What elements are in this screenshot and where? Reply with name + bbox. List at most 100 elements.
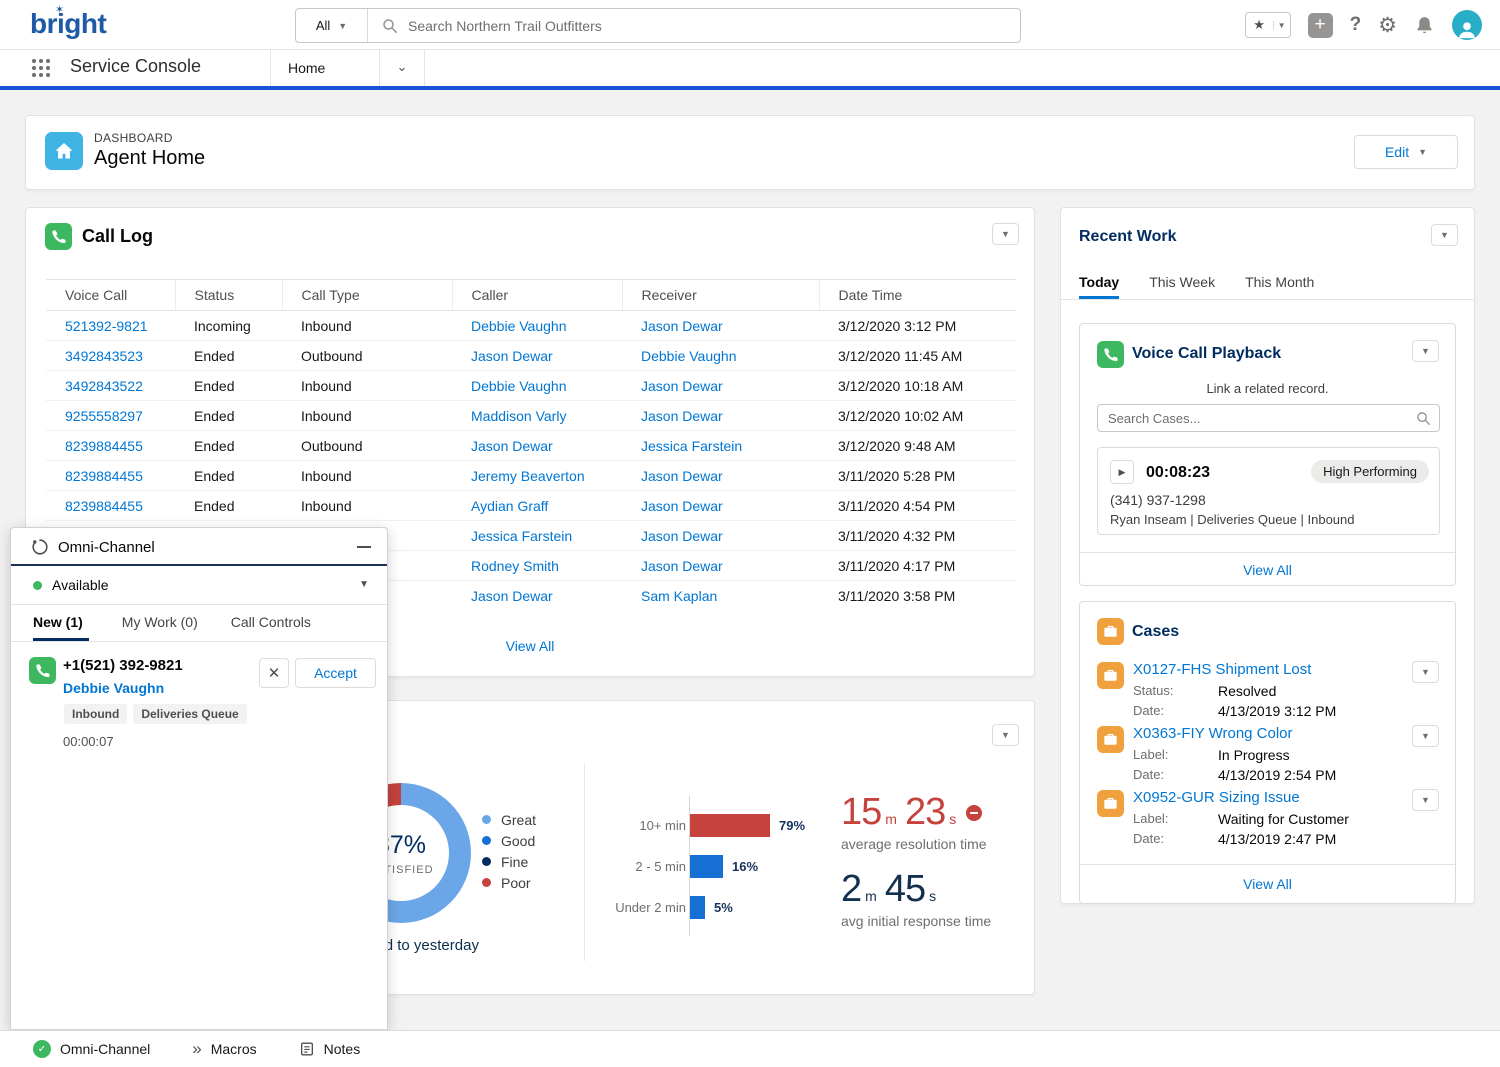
tab-this-month[interactable]: This Month: [1245, 268, 1314, 299]
playback-view-all-link[interactable]: View All: [1080, 562, 1455, 578]
receiver-link[interactable]: Jason Dewar: [641, 528, 723, 544]
call-type-cell: Inbound: [282, 491, 452, 521]
playback-meta: Ryan Inseam | Deliveries Queue | Inbound: [1110, 512, 1355, 527]
recent-work-menu-button[interactable]: ▼: [1431, 224, 1458, 246]
chevron-down-icon: ▼: [1421, 346, 1430, 356]
case-item: X0363-FIY Wrong Color Label: In Progress…: [1080, 724, 1455, 788]
tab-this-week[interactable]: This Week: [1149, 268, 1215, 299]
caller-link[interactable]: Debbie Vaughn: [471, 318, 566, 334]
vertical-divider: [584, 763, 585, 961]
receiver-link[interactable]: Jason Dewar: [641, 378, 723, 394]
receiver-link[interactable]: Jason Dewar: [641, 558, 723, 574]
chevron-down-icon: ▼: [1418, 147, 1427, 157]
legend-item: Fine: [482, 851, 536, 872]
edit-button[interactable]: Edit ▼: [1354, 135, 1458, 169]
cases-view-all-link[interactable]: View All: [1080, 876, 1455, 892]
tab-new[interactable]: New (1): [33, 605, 89, 641]
add-icon[interactable]: +: [1308, 13, 1333, 38]
case-field-value: 4/13/2019 2:54 PM: [1218, 767, 1336, 783]
presence-status-label: Available: [52, 577, 109, 593]
voice-call-link[interactable]: 3492843522: [65, 378, 143, 394]
search-scope-dropdown[interactable]: All ▼: [296, 9, 368, 42]
receiver-link[interactable]: Jason Dewar: [641, 498, 723, 514]
user-avatar[interactable]: [1452, 10, 1482, 40]
case-title-link[interactable]: X0952-GUR Sizing Issue: [1133, 789, 1300, 806]
voice-call-link[interactable]: 8239884455: [65, 468, 143, 484]
case-title-link[interactable]: X0127-FHS Shipment Lost: [1133, 661, 1311, 678]
voice-call-link[interactable]: 8239884455: [65, 498, 143, 514]
receiver-link[interactable]: Jason Dewar: [641, 468, 723, 484]
utility-macros[interactable]: » Macros: [192, 1041, 256, 1057]
call-type-cell: Inbound: [282, 461, 452, 491]
incoming-caller-link[interactable]: Debbie Vaughn: [63, 680, 164, 696]
decline-call-button[interactable]: ✕: [259, 658, 289, 688]
receiver-link[interactable]: Jason Dewar: [641, 408, 723, 424]
call-log-menu-button[interactable]: ▼: [992, 223, 1019, 245]
queue-badge: Deliveries Queue: [133, 704, 246, 724]
play-button[interactable]: ▶: [1110, 460, 1134, 484]
caller-link[interactable]: Jason Dewar: [471, 588, 553, 604]
tab-dropdown-chevron-icon[interactable]: ⌄: [380, 50, 425, 86]
column-header[interactable]: Date Time: [819, 280, 1016, 311]
voice-call-link[interactable]: 8239884455: [65, 438, 143, 454]
tab-my-work[interactable]: My Work (0): [122, 605, 198, 641]
caller-link[interactable]: Jason Dewar: [471, 438, 553, 454]
person-icon: [1456, 18, 1478, 40]
logo-spark-icon: ✶: [55, 3, 64, 16]
voice-call-link[interactable]: 3492843523: [65, 348, 143, 364]
bar-value-label: 5%: [714, 900, 733, 915]
column-header[interactable]: Caller: [452, 280, 622, 311]
gear-icon[interactable]: ⚙: [1378, 13, 1397, 37]
omni-channel-header[interactable]: Omni-Channel: [11, 528, 387, 566]
cases-title: Cases: [1132, 623, 1179, 641]
column-header[interactable]: Status: [175, 280, 282, 311]
available-status-dot-icon: [33, 581, 42, 590]
case-menu-button[interactable]: ▼: [1412, 725, 1439, 747]
case-title-link[interactable]: X0363-FIY Wrong Color: [1133, 725, 1293, 742]
receiver-link[interactable]: Jason Dewar: [641, 318, 723, 334]
caller-link[interactable]: Jessica Farstein: [471, 528, 572, 544]
tab-call-controls[interactable]: Call Controls: [231, 605, 311, 641]
case-search-input[interactable]: [1108, 411, 1416, 426]
minimize-icon[interactable]: [357, 546, 371, 548]
case-field-row: Date: 4/13/2019 2:54 PM: [1133, 767, 1455, 783]
tab-home[interactable]: Home: [270, 50, 380, 86]
column-header[interactable]: Voice Call: [46, 280, 175, 311]
dashboard-eyebrow: DASHBOARD: [94, 131, 173, 145]
accept-call-button[interactable]: Accept: [295, 658, 376, 688]
notifications-bell-icon[interactable]: [1414, 15, 1435, 36]
chart-menu-button[interactable]: ▼: [992, 724, 1019, 746]
receiver-link[interactable]: Debbie Vaughn: [641, 348, 736, 364]
app-launcher-waffle-icon[interactable]: [32, 59, 51, 78]
favorites-button[interactable]: ★ ▼: [1245, 12, 1291, 38]
utility-omni-channel[interactable]: ✓ Omni-Channel: [33, 1040, 150, 1058]
search-input[interactable]: [408, 18, 1020, 34]
column-header[interactable]: Receiver: [622, 280, 819, 311]
omni-channel-popup: Omni-Channel Available ▼ New (1) My Work…: [10, 527, 388, 1030]
chevron-down-icon: ▼: [1421, 731, 1430, 741]
caller-link[interactable]: Debbie Vaughn: [471, 378, 566, 394]
caller-link[interactable]: Jason Dewar: [471, 348, 553, 364]
caller-link[interactable]: Rodney Smith: [471, 558, 559, 574]
caller-link[interactable]: Maddison Varly: [471, 408, 566, 424]
utility-notes[interactable]: Notes: [299, 1041, 361, 1057]
date-time-cell: 3/12/2020 11:45 AM: [819, 341, 1016, 371]
playback-menu-button[interactable]: ▼: [1412, 340, 1439, 362]
receiver-link[interactable]: Sam Kaplan: [641, 588, 717, 604]
voice-call-link[interactable]: 521392-9821: [65, 318, 148, 334]
case-menu-button[interactable]: ▼: [1412, 661, 1439, 683]
caller-link[interactable]: Jeremy Beaverton: [471, 468, 585, 484]
voice-call-link[interactable]: 9255558297: [65, 408, 143, 424]
column-header[interactable]: Call Type: [282, 280, 452, 311]
case-menu-button[interactable]: ▼: [1412, 789, 1439, 811]
divider: [1080, 552, 1455, 553]
table-row: 8239884455 Ended Outbound Jason Dewar Je…: [46, 431, 1016, 461]
utility-omni-label: Omni-Channel: [60, 1041, 150, 1057]
tab-today[interactable]: Today: [1079, 268, 1119, 299]
chevron-down-icon[interactable]: ▼: [1273, 21, 1290, 30]
help-icon[interactable]: ?: [1350, 14, 1362, 36]
caller-link[interactable]: Aydian Graff: [471, 498, 548, 514]
recent-work-title: Recent Work: [1079, 228, 1177, 246]
receiver-link[interactable]: Jessica Farstein: [641, 438, 742, 454]
presence-status-row[interactable]: Available ▼: [11, 566, 387, 605]
